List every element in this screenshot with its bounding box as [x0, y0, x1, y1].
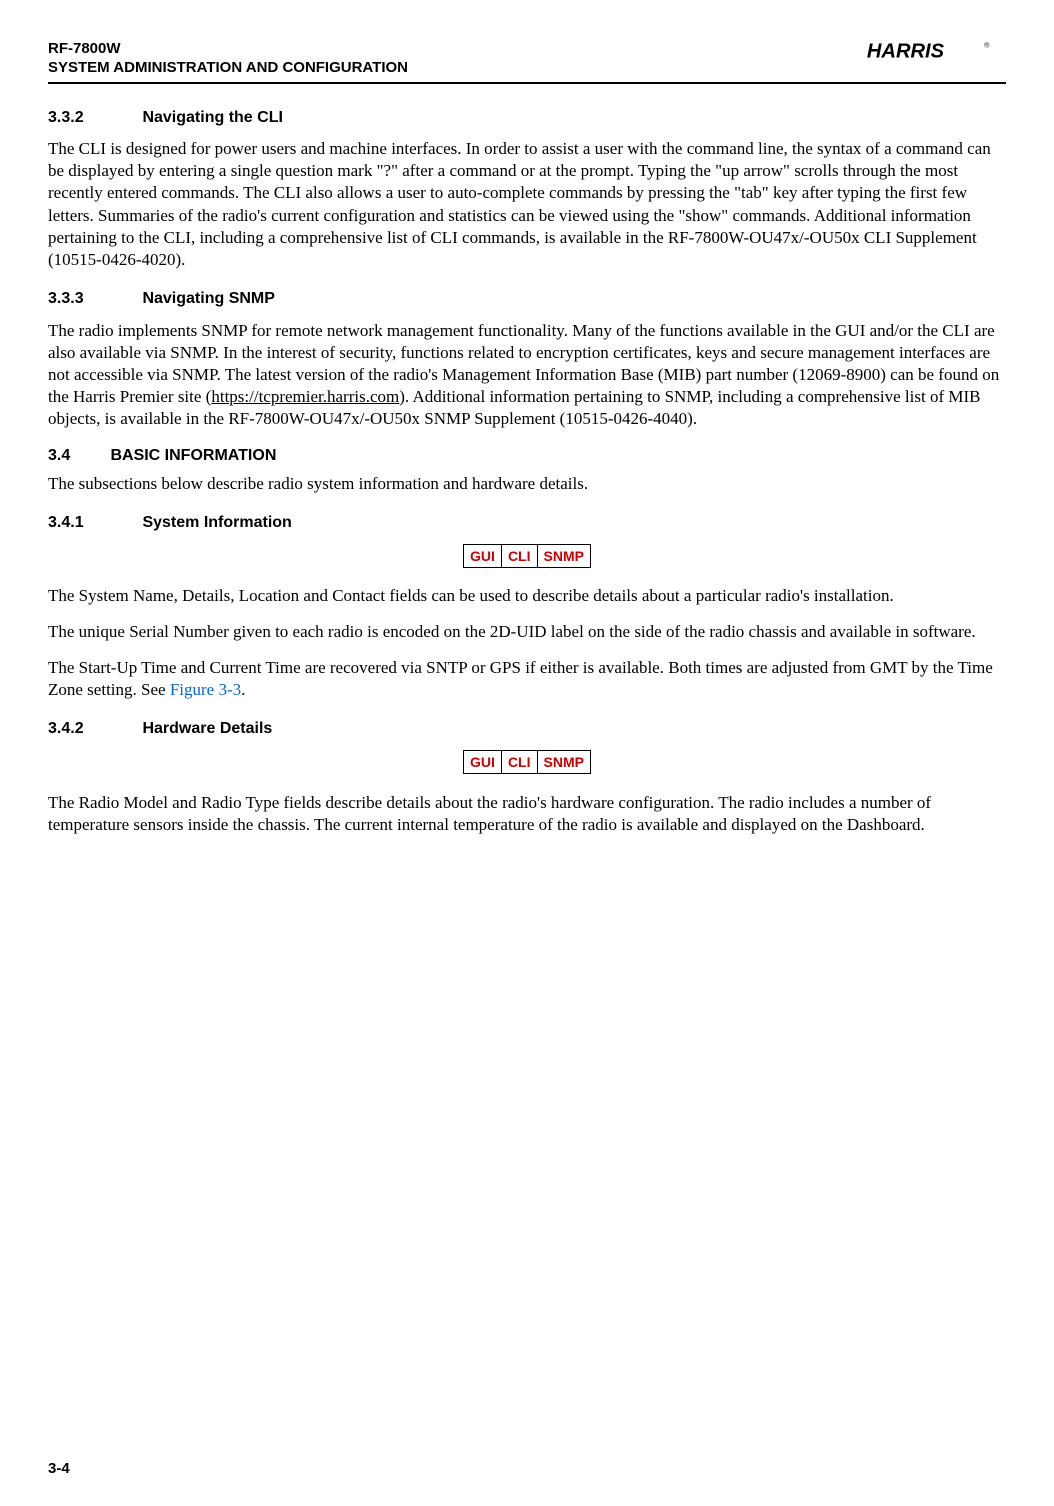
heading-3-3-3: 3.3.3 Navigating SNMP [48, 289, 1006, 310]
para-3-4-1-a: The System Name, Details, Location and C… [48, 585, 1006, 607]
heading-3-4-1: 3.4.1 System Information [48, 513, 1006, 534]
heading-title: Hardware Details [142, 720, 272, 737]
para-3-4-1-b: The unique Serial Number given to each r… [48, 621, 1006, 643]
badge-table: GUI CLI SNMP [463, 750, 591, 774]
heading-3-3-2: 3.3.2 Navigating the CLI [48, 108, 1006, 129]
figure-ref[interactable]: Figure 3-3 [170, 680, 241, 699]
harris-logo-icon: HARRIS ® [856, 40, 1006, 62]
header-text: RF-7800W SYSTEM ADMINISTRATION AND CONFI… [48, 40, 408, 78]
badge-snmp: SNMP [537, 751, 590, 774]
heading-title: Navigating the CLI [142, 109, 282, 126]
badge-cli: CLI [501, 751, 537, 774]
para-3-4-1-c: The Start-Up Time and Current Time are r… [48, 657, 1006, 701]
badge-cli: CLI [501, 544, 537, 567]
heading-title: BASIC INFORMATION [110, 447, 276, 464]
interface-badges: GUI CLI SNMP [48, 544, 1006, 571]
header-line2: SYSTEM ADMINISTRATION AND CONFIGURATION [48, 59, 408, 76]
badge-gui: GUI [464, 751, 502, 774]
heading-3-4: 3.4 BASIC INFORMATION [48, 446, 1006, 467]
page-header: RF-7800W SYSTEM ADMINISTRATION AND CONFI… [48, 40, 1006, 84]
para-3-4-2: The Radio Model and Radio Type fields de… [48, 792, 1006, 836]
svg-text:HARRIS: HARRIS [867, 40, 945, 62]
brand-logo: HARRIS ® [856, 40, 1006, 62]
heading-num: 3.3.2 [48, 108, 138, 129]
badge-gui: GUI [464, 544, 502, 567]
heading-title: Navigating SNMP [142, 290, 274, 307]
badge-table: GUI CLI SNMP [463, 544, 591, 568]
page-number: 3-4 [48, 1459, 70, 1479]
header-line1: RF-7800W [48, 40, 121, 57]
text-fragment: . [241, 680, 245, 699]
svg-text:®: ® [984, 40, 990, 49]
heading-num: 3.3.3 [48, 289, 138, 310]
premier-link[interactable]: https://tcpremier.harris.com [211, 387, 399, 406]
heading-num: 3.4 [48, 446, 106, 467]
heading-num: 3.4.1 [48, 513, 138, 534]
heading-num: 3.4.2 [48, 719, 138, 740]
badge-snmp: SNMP [537, 544, 590, 567]
para-3-3-2: The CLI is designed for power users and … [48, 138, 1006, 271]
heading-title: System Information [142, 514, 291, 531]
heading-3-4-2: 3.4.2 Hardware Details [48, 719, 1006, 740]
para-3-4: The subsections below describe radio sys… [48, 473, 1006, 495]
para-3-3-3: The radio implements SNMP for remote net… [48, 320, 1006, 430]
interface-badges: GUI CLI SNMP [48, 750, 1006, 777]
